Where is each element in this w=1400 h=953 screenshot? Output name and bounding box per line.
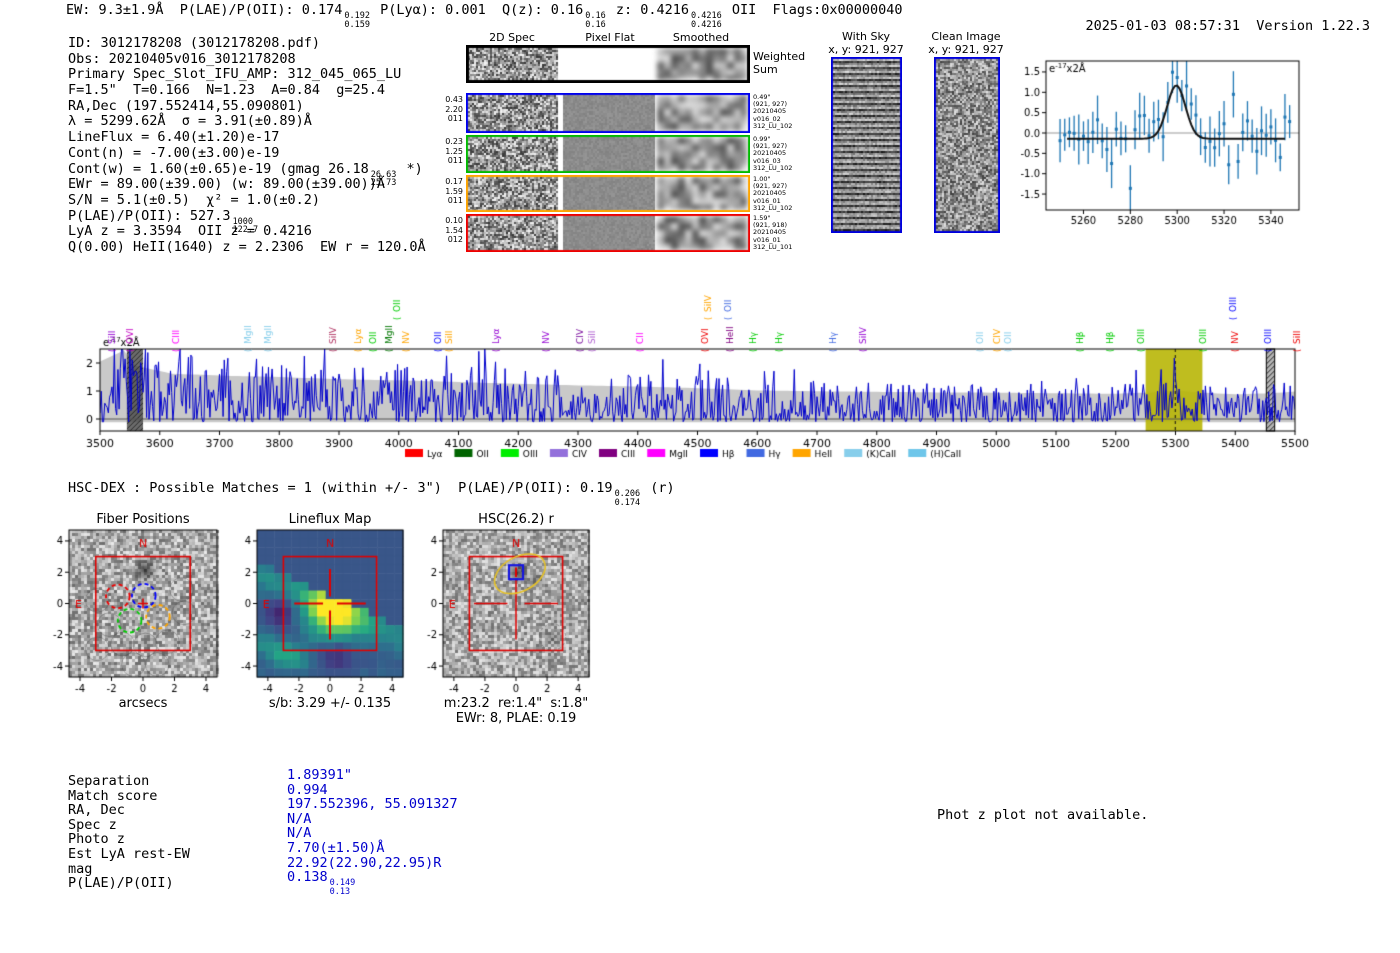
hsc-ewr-caption: EWr: 8, PLAE: 0.19 <box>455 711 577 726</box>
info-line: Cont(n) = -7.00(±3.00)e-19 <box>68 144 426 162</box>
photz-unavailable-note: Phot z plot not available. <box>937 807 1149 823</box>
header-summary-line: EW: 9.3±1.9Å P(LAE)/P(OII): 0.174 0.192 0.… <box>66 2 903 29</box>
info-line: Obs: 20210405v016_3012178208 <box>68 50 426 68</box>
spec2d-row-info: Weighted Sum <box>753 50 806 76</box>
header-meta-gap <box>1240 18 1256 34</box>
sub-value: 0.159 <box>344 19 370 30</box>
text-segment: HSC-DEX : Possible Matches = 1 (within +… <box>68 480 613 496</box>
elixer-report-page: EW: 9.3±1.9Å P(LAE)/P(OII): 0.174 0.192 0.… <box>0 0 1400 953</box>
text-segment: ID: 3012178208 (3012178208.pdf) <box>68 35 320 51</box>
text-segment: Obs: 20210405v016_3012178208 <box>68 50 296 67</box>
text-segment: (r) <box>642 480 675 496</box>
info-line: F=1.5" T=0.166 N=1.23 A=0.84 g=25.4 <box>68 82 426 99</box>
sub-value: 0.4216 <box>691 19 722 30</box>
match-field-value: N/A <box>287 810 312 827</box>
info-line: Q(0.00) HeII(1640) z = 2.2306 EW r = 120… <box>68 238 426 256</box>
sup-sub-values: 0.4216 0.4216 <box>691 12 722 29</box>
spec2d-row-info: 0.99" (921, 927) 20210405 v016_03 312_LU… <box>753 135 793 172</box>
match-field-value: 0.138 <box>287 869 328 886</box>
text-segment: EWr = 89.00(±39.00) (w: 89.00(±39.00))Å <box>68 176 385 193</box>
spec2d-row-weights: 0.43 2.20 011 <box>445 95 463 123</box>
text-segment: z: 0.4216 <box>607 2 690 18</box>
detection-info-block: ID: 3012178208 (3012178208.pdf) Obs: 2021… <box>68 35 426 256</box>
spec2d-row-canvas <box>466 135 750 173</box>
spec2d-row-canvas <box>466 175 750 212</box>
spec2d-row-canvas <box>466 45 750 83</box>
match-field-label: Est LyA rest-EW <box>68 845 190 862</box>
hscdex-match-line: HSC-DEX : Possible Matches = 1 (within +… <box>68 480 675 507</box>
sub-value: 0.13 <box>329 886 351 897</box>
clean-image-title: Clean Image <box>931 30 1001 43</box>
info-line: EWr = 89.00(±39.00) (w: 89.00(±39.00))Å <box>68 176 426 193</box>
text-segment: P(LAE)/P(OII): 527.3 <box>68 207 231 224</box>
text-segment: S/N = 5.1(±0.5) χ² = 1.0(±0.2) <box>68 191 320 208</box>
spec2d-header-2dspec: 2D Spec <box>489 31 535 44</box>
match-field-value: N/A <box>287 825 312 842</box>
sup-sub-values: 0.16 0.16 <box>585 12 605 29</box>
text-segment: Q(0.00) HeII(1640) z = 2.2306 EW r = 120… <box>68 238 426 255</box>
text-segment: Cont(n) = -7.00(±3.00)e-19 <box>68 144 280 161</box>
text-segment: λ = 5299.62Å σ = 3.91(±0.89)Å <box>68 113 312 130</box>
hsc-mag-caption: m:23.2 re:1.4" s:1.8" <box>443 696 589 711</box>
header-meta: 2025-01-03 08:57:31 Version 1.22.3 <box>1053 3 1371 50</box>
spec2d-row-info: 1.59" (921, 918) 20210405 v016_01 312_LU… <box>753 214 793 251</box>
match-field-value: 22.92(22.90,22.95)R <box>287 854 442 871</box>
info-line: LyA z = 3.3594 OII z = 0.4216 <box>68 223 426 240</box>
catalog-match-table: Separation 1.89391" Match score 0.994 RA, De… <box>68 767 458 896</box>
hsc-cutout-canvas <box>417 522 597 696</box>
text-segment: P(Lyα): 0.001 Q(z): 0.16 <box>371 2 584 18</box>
spec2d-row-canvas <box>466 93 750 133</box>
info-line: Primary Spec_Slot_IFU_AMP: 312_045_065_L… <box>68 67 426 83</box>
info-line: S/N = 5.1(±0.5) χ² = 1.0(±0.2) <box>68 191 426 209</box>
match-field-label: P(LAE)/P(OII) <box>68 875 174 892</box>
sup-sub-values: 0.192 0.159 <box>344 12 370 29</box>
match-field-value: 0.994 <box>287 781 328 798</box>
lineflux-map-canvas <box>231 522 411 696</box>
lineflux-sb-caption: s/b: 3.29 +/- 0.135 <box>268 696 392 711</box>
text-segment: Primary Spec_Slot_IFU_AMP: 312_045_065_L… <box>68 66 402 83</box>
text-segment: Cont(w) = 1.60(±0.65)e-19 (gmag 26.18 <box>68 160 369 177</box>
spec2d-row-weights: 0.23 1.25 011 <box>445 137 463 165</box>
fiber-positions-canvas <box>43 522 225 696</box>
info-line: ID: 3012178208 (3012178208.pdf) <box>68 35 426 52</box>
info-line: λ = 5299.62Å σ = 3.91(±0.89)Å <box>68 114 426 130</box>
info-line: P(LAE)/P(OII): 527.3 1000 122.7 <box>68 207 426 234</box>
report-version: Version 1.22.3 <box>1256 17 1371 34</box>
line-fit-plot-canvas <box>1015 45 1315 237</box>
clean-image-coords: x, y: 921, 927 <box>928 43 1004 56</box>
info-line: Cont(w) = 1.60(±0.65)e-19 (gmag 26.18 26.… <box>68 160 426 187</box>
match-field-value: 1.89391" <box>287 767 353 783</box>
text-segment: *) <box>398 160 423 177</box>
withsky-coords: x, y: 921, 927 <box>828 43 904 56</box>
sup-sub-values: 0.206 0.174 <box>615 490 641 507</box>
report-datetime: 2025-01-03 08:57:31 <box>1085 17 1240 34</box>
text-segment: LyA z = 3.3594 OII z = 0.4216 <box>68 223 312 240</box>
spec2d-row-info: 0.49" (921, 927) 20210405 v016_02 312_LU… <box>753 93 793 130</box>
spec2d-header-smoothed: Smoothed <box>672 31 730 44</box>
withsky-title: With Sky <box>842 30 890 43</box>
text-segment: EW: 9.3±1.9Å P(LAE)/P(OII): 0.174 <box>66 2 343 18</box>
info-line: LineFlux = 6.40(±1.20)e-17 <box>68 129 426 146</box>
spec2d-row-weights: 0.10 1.54 012 <box>445 216 463 244</box>
text-segment: OII Flags:0x00000040 <box>723 2 903 18</box>
sup-sub-values: 0.149 0.13 <box>330 879 356 896</box>
spec2d-header-pixelflat: Pixel Flat <box>585 31 635 44</box>
match-table-row: Separation 1.89391" <box>68 767 458 789</box>
text-segment: LineFlux = 6.40(±1.20)e-17 <box>68 129 280 146</box>
spec2d-row-info: 1.00" (921, 927) 20210405 v016_01 312_LU… <box>753 175 793 212</box>
sub-value: 0.16 <box>585 19 606 30</box>
match-field-value: 7.70(±1.50)Å <box>287 839 385 856</box>
spec2d-row-weights: 0.17 1.59 011 <box>445 177 463 205</box>
sub-value: 0.174 <box>614 497 641 508</box>
main-spectrum-canvas <box>40 268 1320 473</box>
spec2d-row-canvas <box>466 214 750 252</box>
fiber-positions-xlabel: arcsecs <box>118 696 168 711</box>
match-field-value: 197.552396, 55.091327 <box>287 796 458 813</box>
text-segment: F=1.5" T=0.166 N=1.23 A=0.84 g=25.4 <box>68 82 385 99</box>
clean-image-canvas <box>934 57 1000 233</box>
withsky-image-canvas <box>831 57 902 233</box>
text-segment: RA,Dec (197.552414,55.090801) <box>68 97 304 114</box>
